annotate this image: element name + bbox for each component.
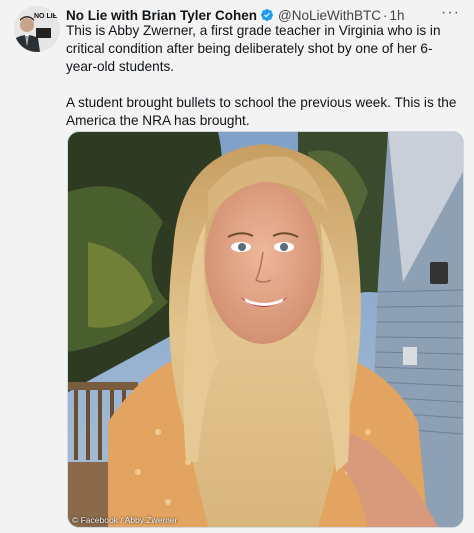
tweet-photo[interactable]: © Facebook / Abby Zwerner bbox=[67, 131, 464, 528]
author-handle[interactable]: @NoLieWithBTC bbox=[278, 8, 381, 23]
separator-dot: · bbox=[383, 7, 388, 23]
more-options-icon[interactable]: ··· bbox=[441, 5, 460, 21]
verified-badge-icon bbox=[260, 8, 274, 22]
tweet-card[interactable]: NO LIE No Lie with Brian Tyler Cohen @No… bbox=[0, 0, 474, 533]
tweet-text: This is Abby Zwerner, a first grade teac… bbox=[66, 22, 462, 130]
photo-image bbox=[68, 132, 463, 527]
author-name[interactable]: No Lie with Brian Tyler Cohen bbox=[66, 8, 257, 23]
tweet-paragraph: This is Abby Zwerner, a first grade teac… bbox=[66, 23, 441, 74]
avatar-logo-text: NO LIE bbox=[34, 13, 58, 20]
timestamp[interactable]: 1h bbox=[390, 8, 405, 23]
photo-credit: © Facebook / Abby Zwerner bbox=[72, 515, 178, 525]
tweet-paragraph: A student brought bullets to school the … bbox=[66, 95, 457, 128]
avatar[interactable]: NO LIE bbox=[14, 6, 60, 52]
